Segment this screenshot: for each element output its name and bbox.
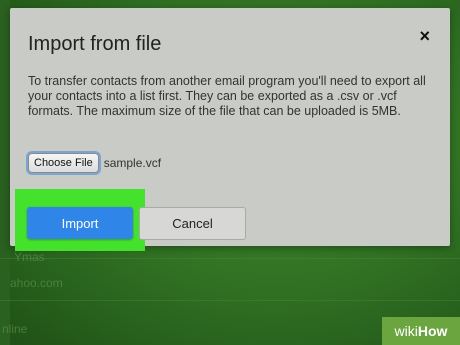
- dialog-title: Import from file: [28, 33, 162, 55]
- choose-file-button[interactable]: Choose File: [28, 153, 99, 173]
- background-contact-email: ahoo.com: [10, 276, 63, 290]
- background-strip: [0, 0, 10, 345]
- cancel-button[interactable]: Cancel: [139, 207, 246, 240]
- file-picker-row: Choose File sample.vcf: [28, 153, 161, 173]
- background-divider: [0, 258, 460, 259]
- background-status: nline: [2, 322, 28, 336]
- dialog-description: To transfer contacts from another email …: [28, 74, 426, 118]
- close-icon[interactable]: ×: [419, 26, 430, 47]
- background-contact-name: Ymas: [14, 250, 45, 264]
- import-button[interactable]: Import: [27, 207, 133, 239]
- watermark-part-2: How: [417, 323, 448, 339]
- watermark-part-1: wiki: [394, 323, 418, 339]
- selected-file-name: sample.vcf: [103, 156, 162, 170]
- background-divider: [0, 300, 460, 301]
- wikihow-watermark: wiki How: [382, 317, 460, 345]
